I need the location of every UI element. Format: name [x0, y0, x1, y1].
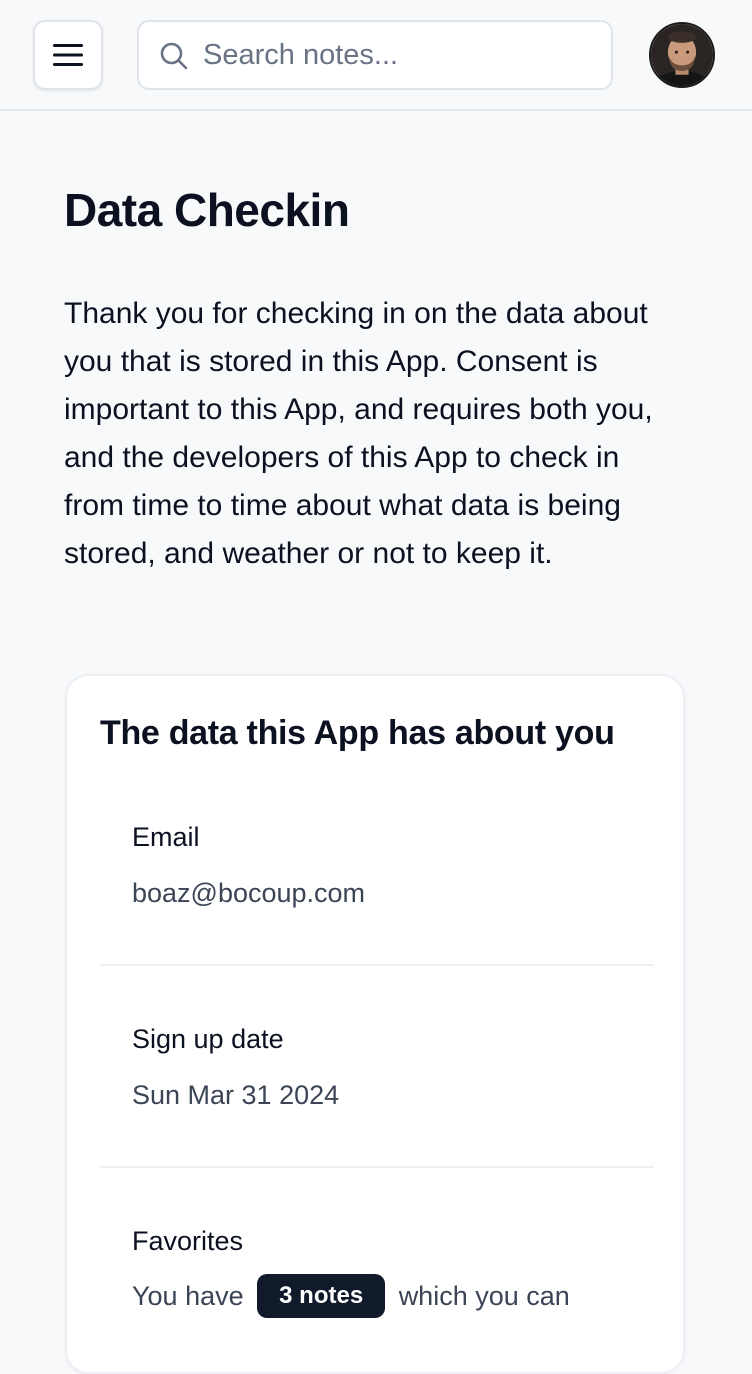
card-title: The data this App has about you [100, 714, 615, 752]
intro-paragraph: Thank you for checking in on the data ab… [64, 297, 653, 570]
user-avatar[interactable] [649, 22, 715, 88]
favorites-text: You have 3 notes which you can [132, 1274, 570, 1318]
search-icon [160, 42, 188, 70]
signup-date-value: Sun Mar 31 2024 [132, 1080, 340, 1110]
divider [100, 964, 654, 966]
top-bar [0, 0, 752, 111]
signup-date-label: Sign up date [132, 1024, 284, 1054]
email-value: boaz@bocoup.com [132, 878, 366, 908]
notes-count-badge[interactable]: 3 notes [257, 1274, 386, 1318]
page-title: Data Checkin [64, 184, 350, 236]
favorites-text-after: which you can [398, 1281, 570, 1311]
menu-button[interactable] [33, 20, 103, 90]
search-input[interactable] [203, 32, 599, 78]
favorites-text-before: You have [132, 1281, 244, 1311]
user-data-card: The data this App has about you Email bo… [65, 674, 685, 1374]
favorites-label: Favorites [132, 1226, 244, 1256]
search-box[interactable] [137, 20, 613, 90]
divider [100, 1166, 654, 1168]
hamburger-menu-icon [53, 44, 83, 66]
avatar-image [651, 24, 713, 86]
email-label: Email [132, 822, 200, 852]
